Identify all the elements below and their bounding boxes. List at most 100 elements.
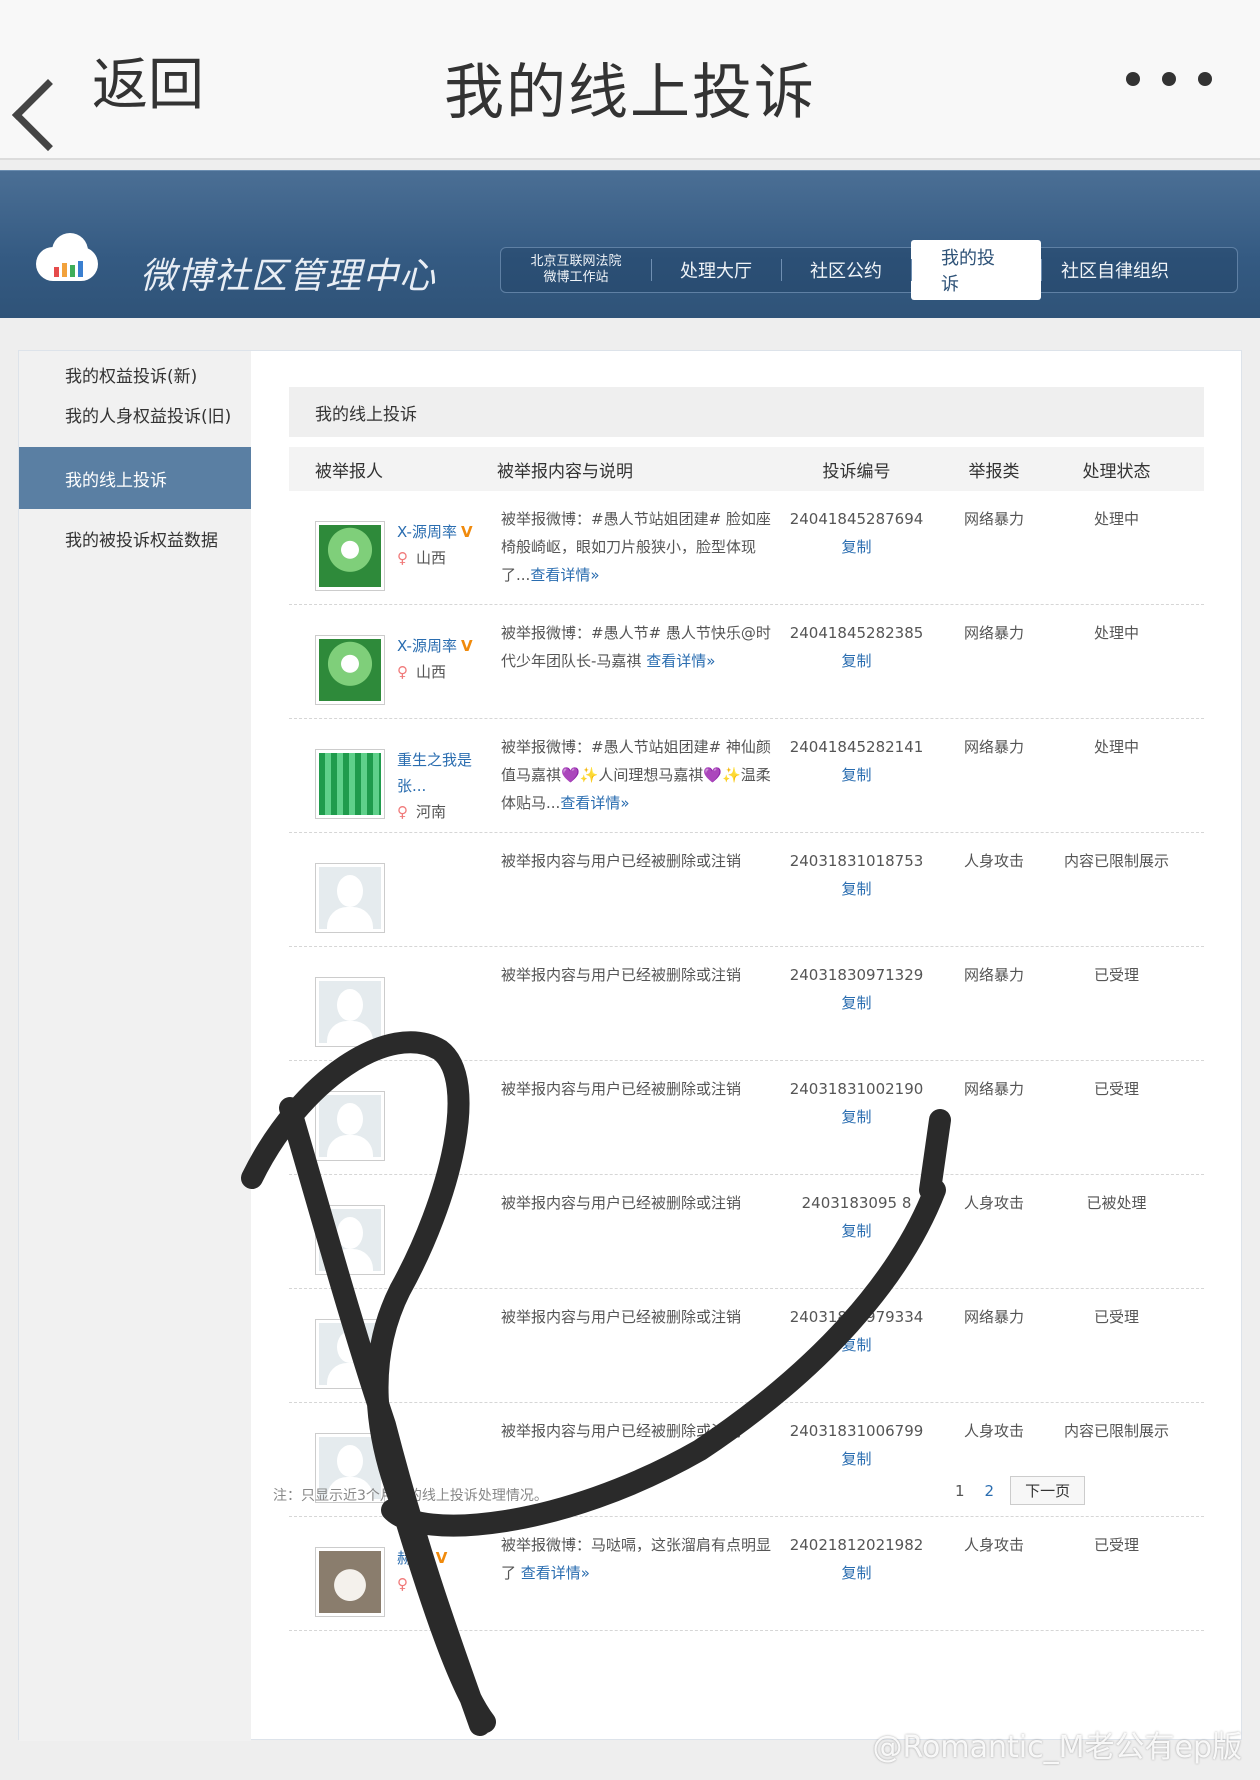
reported-user: 重生之我是张... ♀ 河南 xyxy=(397,747,494,825)
column-header: 被举报人 xyxy=(315,461,383,482)
complaint-id: 24021812021982 xyxy=(789,1536,924,1554)
complaint-id: 24031830979334 xyxy=(789,1308,924,1326)
content-area: 我的线上投诉 被举报人 被举报内容与说明 投诉编号 举报类 处理状态 X-源周率… xyxy=(289,387,1204,1631)
copy-button[interactable]: 复制 xyxy=(784,989,929,1017)
reported-user-cell xyxy=(289,961,494,1051)
complaint-id: 24031830971329 xyxy=(789,966,924,984)
next-page-button[interactable]: 下一页 xyxy=(1010,1476,1086,1505)
description-text: 被举报微博：#愚人节站姐团建# 神仙颜值马嘉祺💜✨人间理想马嘉祺💜✨温柔体贴马.… xyxy=(501,738,771,812)
complaint-id-cell: 24031830971329 复制 xyxy=(784,961,929,1017)
content-title: 我的线上投诉 xyxy=(289,387,1204,437)
reported-user-cell: 重生之我是张... ♀ 河南 xyxy=(289,733,494,823)
copy-button[interactable]: 复制 xyxy=(784,1103,929,1131)
table-row: 被举报内容与用户已经被删除或注销 24031831002190 复制 网络暴力 已… xyxy=(289,1061,1204,1175)
avatar[interactable] xyxy=(315,749,385,819)
copy-button[interactable]: 复制 xyxy=(784,761,929,789)
reported-user-cell: X-源周率 V ♀ 山西 xyxy=(289,619,494,709)
complaint-description: 被举报微博：#愚人节站姐团建# 脸如座椅般崎岖，眼如刀片般狭小，脸型体现了...… xyxy=(494,505,784,589)
avatar[interactable] xyxy=(315,863,385,933)
report-type: 网络暴力 xyxy=(963,966,1024,984)
site-header: 微博社区管理中心 北京互联网法院 微博工作站 处理大厅 社区公约 我的投诉 社区… xyxy=(0,170,1260,318)
gender-female-icon: ♀ xyxy=(397,549,408,567)
sidebar-item-personal-rights-old[interactable]: 我的人身权益投诉(旧) xyxy=(19,391,251,437)
user-name-link[interactable]: X-源周率 xyxy=(397,637,457,655)
nav-item-label: 我的投诉 xyxy=(911,240,1041,300)
reported-user-cell: X-源周率 V ♀ 山西 xyxy=(289,505,494,595)
copy-button[interactable]: 复制 xyxy=(784,1445,929,1473)
report-type: 人身攻击 xyxy=(963,1536,1024,1554)
nav-item-hall[interactable]: 处理大厅 xyxy=(651,247,781,293)
column-header: 举报类 xyxy=(968,461,1020,482)
status-badge: 已受理 xyxy=(1093,1536,1139,1554)
page-link-1[interactable]: 1 xyxy=(951,1482,969,1500)
reported-user: X-源周率 V ♀ 山西 xyxy=(397,633,473,685)
more-menu-icon[interactable] xyxy=(1126,72,1212,86)
view-detail-link[interactable]: 查看详情» xyxy=(521,1564,590,1582)
user-name-link[interactable]: X-源周率 xyxy=(397,523,457,541)
nav-item-convention[interactable]: 社区公约 xyxy=(781,247,911,293)
copy-button[interactable]: 复制 xyxy=(784,875,929,903)
avatar[interactable] xyxy=(315,1319,385,1389)
description-text: 被举报内容与用户已经被删除或注销 xyxy=(501,1422,742,1440)
copy-button[interactable]: 复制 xyxy=(784,1217,929,1245)
reported-user-cell: 赫 南V ♀ 南 xyxy=(289,1531,494,1621)
reported-user: 赫 南V ♀ 南 xyxy=(397,1545,447,1597)
sidebar: 我的权益投诉(新) 我的人身权益投诉(旧) 我的线上投诉 我的被投诉权益数据 xyxy=(19,351,251,1741)
table-row: 被举报内容与用户已经被删除或注销 24031830971329 复制 网络暴力 已… xyxy=(289,947,1204,1061)
user-region: 南 xyxy=(416,1575,436,1593)
verified-badge-icon: V xyxy=(435,1549,448,1567)
copy-button[interactable]: 复制 xyxy=(784,647,929,675)
table-row: 被举报内容与用户已经被删除或注销 2403183095 8 复制 人身攻击 已被处… xyxy=(289,1175,1204,1289)
nav-item-label: 处理大厅 xyxy=(680,261,752,282)
complaint-id-cell: 24031831018753 复制 xyxy=(784,847,929,903)
table-row: 被举报内容与用户已经被删除或注销 24031831018753 复制 人身攻击 内… xyxy=(289,833,1204,947)
table-row: X-源周率 V ♀ 山西 被举报微博：#愚人节# 愚人节快乐@时代少年团队长-马嘉祺… xyxy=(289,605,1204,719)
complaint-id: 24031831006799 xyxy=(789,1422,924,1440)
sidebar-item-complained-data[interactable]: 我的被投诉权益数据 xyxy=(19,515,251,561)
report-type: 网络暴力 xyxy=(963,1080,1024,1098)
gender-female-icon: ♀ xyxy=(397,663,408,681)
report-type: 网络暴力 xyxy=(963,624,1024,642)
avatar[interactable] xyxy=(315,635,385,705)
complaint-description: 被举报微博：#愚人节站姐团建# 神仙颜值马嘉祺💜✨人间理想马嘉祺💜✨温柔体贴马.… xyxy=(494,733,784,817)
column-header: 投诉编号 xyxy=(822,461,891,482)
complaint-id: 24031831018753 xyxy=(789,852,924,870)
complaint-id-cell: 24031831006799 复制 xyxy=(784,1417,929,1473)
copy-button[interactable]: 复制 xyxy=(784,1559,929,1587)
view-detail-link[interactable]: 查看详情» xyxy=(530,566,599,584)
avatar[interactable] xyxy=(315,521,385,591)
verified-badge-icon: V xyxy=(460,523,473,541)
sidebar-item-label: 我的被投诉权益数据 xyxy=(65,530,218,551)
report-type: 网络暴力 xyxy=(963,1308,1024,1326)
avatar[interactable] xyxy=(315,977,385,1047)
page-title: 我的线上投诉 xyxy=(444,58,816,128)
avatar[interactable] xyxy=(315,1547,385,1617)
complaint-id-cell: 24031831002190 复制 xyxy=(784,1075,929,1131)
page-link-2[interactable]: 2 xyxy=(981,1482,999,1500)
status-badge: 处理中 xyxy=(1093,624,1139,642)
user-region: 山西 xyxy=(416,663,447,681)
nav-item-my-complaints[interactable]: 我的投诉 xyxy=(911,240,1041,300)
copy-button[interactable]: 复制 xyxy=(784,533,929,561)
nav-court-line2: 微博工作站 xyxy=(543,270,609,285)
complaint-description: 被举报微博：#愚人节# 愚人节快乐@时代少年团队长-马嘉祺 查看详情» xyxy=(494,619,784,675)
sidebar-item-online-complaints[interactable]: 我的线上投诉 xyxy=(19,447,251,509)
user-name-link[interactable]: 重生之我是张... xyxy=(397,751,472,795)
table-row: 重生之我是张... ♀ 河南 被举报微博：#愚人节站姐团建# 神仙颜值马嘉祺💜✨人… xyxy=(289,719,1204,833)
status-badge: 已受理 xyxy=(1093,1308,1139,1326)
nav-item-court[interactable]: 北京互联网法院 微博工作站 xyxy=(501,247,651,293)
app-bar: 返回 我的线上投诉 xyxy=(0,0,1260,160)
user-name-link[interactable]: 赫 南 xyxy=(397,1549,432,1567)
table-header: 被举报人 被举报内容与说明 投诉编号 举报类 处理状态 xyxy=(289,447,1204,491)
copy-button[interactable]: 复制 xyxy=(784,1331,929,1359)
avatar[interactable] xyxy=(315,1205,385,1275)
view-detail-link[interactable]: 查看详情» xyxy=(646,652,715,670)
nav-item-self-regulation[interactable]: 社区自律组织 xyxy=(1041,247,1189,293)
table-row: 赫 南V ♀ 南 被举报微博：马哒嗝，这张溜肩有点明显了 查看详情» 24021… xyxy=(289,1517,1204,1631)
view-detail-link[interactable]: 查看详情» xyxy=(560,794,629,812)
complaint-description: 被举报内容与用户已经被删除或注销 xyxy=(494,961,784,989)
status-badge: 处理中 xyxy=(1093,510,1139,528)
complaint-id: 24031831002190 xyxy=(789,1080,924,1098)
avatar[interactable] xyxy=(315,1091,385,1161)
description-text: 被举报微博：#愚人节# 愚人节快乐@时代少年团队长-马嘉祺 xyxy=(501,624,771,670)
